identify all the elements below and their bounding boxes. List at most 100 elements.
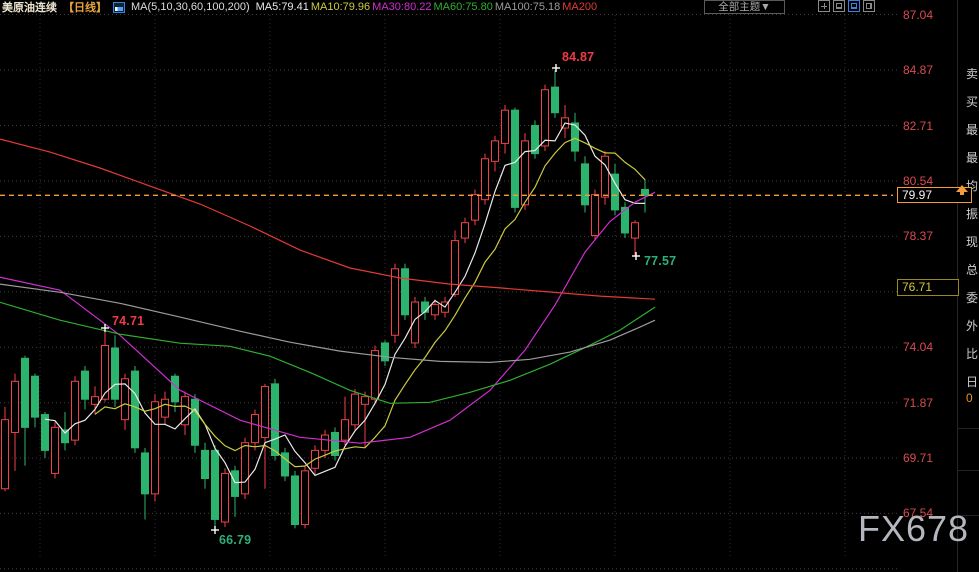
ma-legend-item: MA60:75.80 [433, 1, 493, 13]
quote-panel-char: 买 [966, 95, 979, 109]
candlestick-chart-icon[interactable] [113, 1, 125, 13]
ma-legend-item: MA10:79.96 [310, 1, 371, 13]
quote-panel-char: 比 [966, 347, 979, 361]
candle-body [361, 396, 369, 405]
ma-line-ma60 [0, 301, 656, 404]
candle-body [421, 301, 429, 313]
candle-body [351, 393, 359, 426]
price-marker-arrow-icon [956, 185, 968, 196]
axis-tick-label: 69.71 [903, 451, 934, 465]
ma-legend: MA5:79.41 MA10:79.96 MA30:80.22 MA60:75.80 M… [256, 1, 599, 13]
candle-body [241, 442, 249, 495]
candle-body [151, 401, 159, 495]
add-pane-icon[interactable] [863, 0, 875, 12]
candle-body [301, 470, 309, 526]
candle-body [411, 301, 419, 344]
marked-level-box: 76.71 [897, 279, 959, 296]
candle-body [11, 380, 19, 433]
extreme-price-label: 74.71 [112, 314, 145, 328]
axis-tick-label: 74.04 [903, 340, 934, 355]
ma-line-ma100 [0, 283, 656, 364]
candle-body [111, 347, 119, 400]
quote-panel-char: 振 [966, 207, 979, 221]
candle-body [261, 385, 269, 439]
candle-body [451, 240, 459, 295]
pane-layout-active-icon[interactable] [848, 0, 860, 12]
extreme-price-label: 84.87 [562, 50, 595, 64]
quote-panel-strip: 卖买最最均振现总委外比日0 [957, 0, 979, 572]
axis-tick-label: 80.54 [903, 174, 934, 188]
candle-body [231, 470, 239, 497]
candle-body [131, 370, 139, 449]
quote-panel-char: 最 [966, 123, 979, 137]
ma-legend-item: MA30:80.22 [372, 1, 432, 13]
candle-body [491, 140, 499, 162]
ma-group-label: MA(5,10,30,60,100,200) [131, 1, 250, 13]
candle-body [271, 383, 279, 456]
quote-panel-value: 0 [966, 391, 973, 405]
candle-body [291, 475, 299, 526]
quote-panel-char: 日 [966, 375, 979, 389]
candle-body [171, 375, 179, 403]
candle-body [391, 268, 399, 336]
crosshair-icon[interactable] [818, 0, 830, 12]
chart-window: 美原油连续 【日线】 MA(5,10,30,60,100,200) MA5:79… [0, 0, 979, 572]
quote-panel-char: 总 [966, 263, 979, 277]
theme-dropdown[interactable]: 全部主题▼ [704, 0, 785, 14]
candle-body [401, 268, 409, 316]
candle-body [141, 452, 149, 495]
candle-body [531, 125, 539, 155]
candle-body [91, 396, 99, 405]
candle-body [1, 419, 9, 490]
extreme-price-label: 66.79 [219, 533, 252, 547]
candle-body [21, 357, 29, 428]
period-label: 【日线】 [63, 2, 107, 14]
candlestick-plot-area[interactable] [0, 0, 979, 572]
axis-tick-label: 78.37 [903, 229, 934, 244]
quote-panel-char: 卖 [966, 67, 979, 81]
pane-layout-icon[interactable] [833, 0, 845, 12]
candle-body [471, 194, 479, 221]
candle-body [511, 109, 519, 208]
candle-body [81, 370, 89, 400]
quote-panel-char: 外 [966, 319, 979, 333]
candle-body [321, 434, 329, 451]
quote-panel-char: 现 [966, 235, 979, 249]
candle-body [121, 378, 129, 421]
candle-body [211, 449, 219, 520]
candle-body [201, 449, 209, 480]
candle-body [631, 222, 639, 239]
axis-tick-label: 84.87 [903, 63, 934, 77]
candle-body [551, 86, 559, 114]
symbol-title: 美原油连续 [2, 2, 57, 14]
candle-body [191, 398, 199, 446]
candle-body [61, 429, 69, 444]
candle-body [371, 350, 379, 400]
ma-line-ma10 [94, 137, 646, 468]
candle-body [71, 380, 79, 441]
axis-tick-label: 71.87 [903, 395, 934, 410]
axis-tick-label: 82.71 [903, 118, 934, 133]
strip-divider [958, 470, 979, 471]
candle-body [591, 194, 599, 237]
candle-body [501, 109, 509, 144]
candle-body [581, 163, 589, 206]
candle-body [541, 89, 549, 147]
quote-panel-char: 最 [966, 151, 979, 165]
ma-line-ma200 [0, 138, 656, 300]
quote-panel-char: 委 [966, 291, 979, 305]
candle-body [251, 414, 259, 444]
candle-body [641, 188, 649, 196]
extreme-price-label: 77.57 [644, 254, 677, 268]
strip-divider [958, 428, 979, 429]
candle-body [161, 398, 169, 418]
watermark: FX678 [858, 508, 970, 549]
ma-legend-item: MA100:75.18 [494, 1, 561, 13]
candle-body [31, 375, 39, 418]
toolbar-icons [818, 0, 875, 13]
candle-body [341, 419, 349, 441]
candle-body [221, 472, 229, 523]
ma-legend-item: MA200 [562, 1, 598, 13]
candle-body [381, 342, 389, 362]
candle-body [481, 158, 489, 201]
